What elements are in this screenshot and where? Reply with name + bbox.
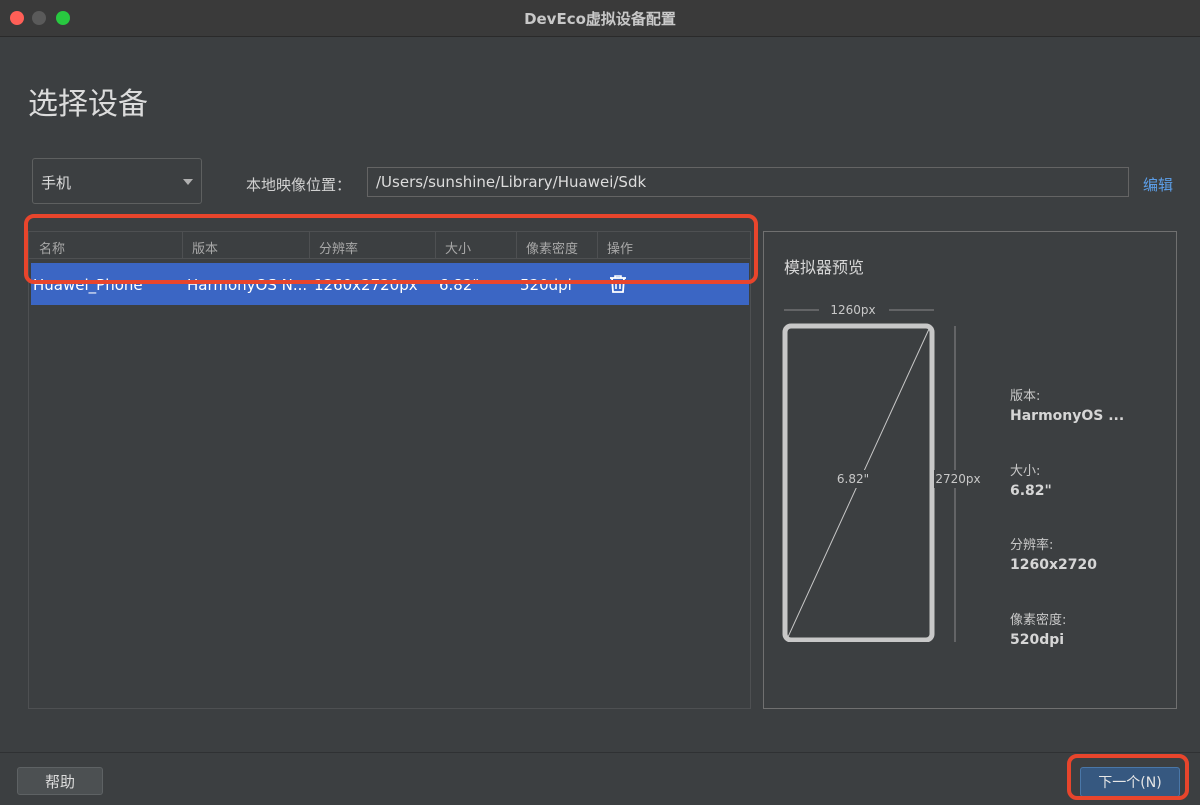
column-header-actions: 操作 <box>607 242 634 257</box>
window-title: DevEco虚拟设备配置 <box>524 10 676 28</box>
diagonal-label: 6.82" <box>837 472 869 486</box>
column-divider[interactable] <box>597 232 598 258</box>
spec-resolution-label: 分辨率: <box>1010 538 1054 553</box>
device-type-value: 手机 <box>41 174 72 192</box>
spec-size-label: 大小: <box>1010 464 1041 479</box>
spec-density-label: 像素密度: <box>1010 613 1067 628</box>
column-divider[interactable] <box>182 232 183 258</box>
trash-icon[interactable] <box>607 273 629 295</box>
device-type-dropdown[interactable]: 手机 <box>32 158 202 204</box>
column-divider[interactable] <box>435 232 436 258</box>
help-button[interactable]: 帮助 <box>17 767 103 795</box>
page-title: 选择设备 <box>28 87 148 122</box>
device-density-cell: 520dpi <box>520 276 572 294</box>
spec-size-value: 6.82" <box>1010 483 1052 499</box>
edit-path-link[interactable]: 编辑 <box>1143 174 1173 195</box>
spec-density-value: 520dpi <box>1010 632 1065 648</box>
column-header-resolution[interactable]: 分辨率 <box>319 238 358 257</box>
spec-version-value: HarmonyOS ... <box>1010 408 1125 424</box>
height-label: 2720px <box>935 472 980 486</box>
column-header-version[interactable]: 版本 <box>192 238 218 257</box>
main-content: 选择设备 手机 本地映像位置： 编辑 名称 版本 分辨率 大小 像素密度 操作 <box>0 37 1200 752</box>
dialog-window: DevEco虚拟设备配置 选择设备 手机 本地映像位置： 编辑 名称 版本 分辨… <box>0 0 1200 805</box>
preview-title: 模拟器预览 <box>784 258 865 277</box>
device-size-cell: 6.82" <box>439 276 480 294</box>
emulator-preview-panel: 模拟器预览 1260px 6.82" 2720px 版本: HarmonyOS … <box>763 231 1177 709</box>
column-header-density[interactable]: 像素密度 <box>526 238 578 257</box>
device-resolution-cell: 1260x2720px <box>314 276 418 294</box>
column-divider[interactable] <box>516 232 517 258</box>
device-table: 名称 版本 分辨率 大小 像素密度 操作 Huawei_Phone Harmon… <box>28 231 751 709</box>
next-button[interactable]: 下一个(N) <box>1080 767 1180 797</box>
width-label: 1260px <box>830 303 875 317</box>
table-header: 名称 版本 分辨率 大小 像素密度 操作 <box>29 232 750 259</box>
device-preview-diagram: 1260px 6.82" 2720px <box>782 301 986 642</box>
device-name-cell: Huawei_Phone <box>33 276 143 294</box>
image-path-input[interactable] <box>367 167 1129 197</box>
device-version-cell: HarmonyOS N... <box>187 276 308 294</box>
title-bar: DevEco虚拟设备配置 <box>0 0 1200 37</box>
column-divider[interactable] <box>309 232 310 258</box>
footer-bar: 帮助 下一个(N) <box>0 752 1200 805</box>
column-header-size[interactable]: 大小 <box>445 238 471 257</box>
chevron-down-icon <box>183 179 193 185</box>
column-header-name[interactable]: 名称 <box>39 238 65 257</box>
spec-version-label: 版本: <box>1010 389 1041 404</box>
spec-resolution-value: 1260x2720 <box>1010 557 1097 573</box>
table-row[interactable]: Huawei_Phone HarmonyOS N... 1260x2720px … <box>31 263 749 305</box>
image-path-label: 本地映像位置： <box>246 176 352 194</box>
